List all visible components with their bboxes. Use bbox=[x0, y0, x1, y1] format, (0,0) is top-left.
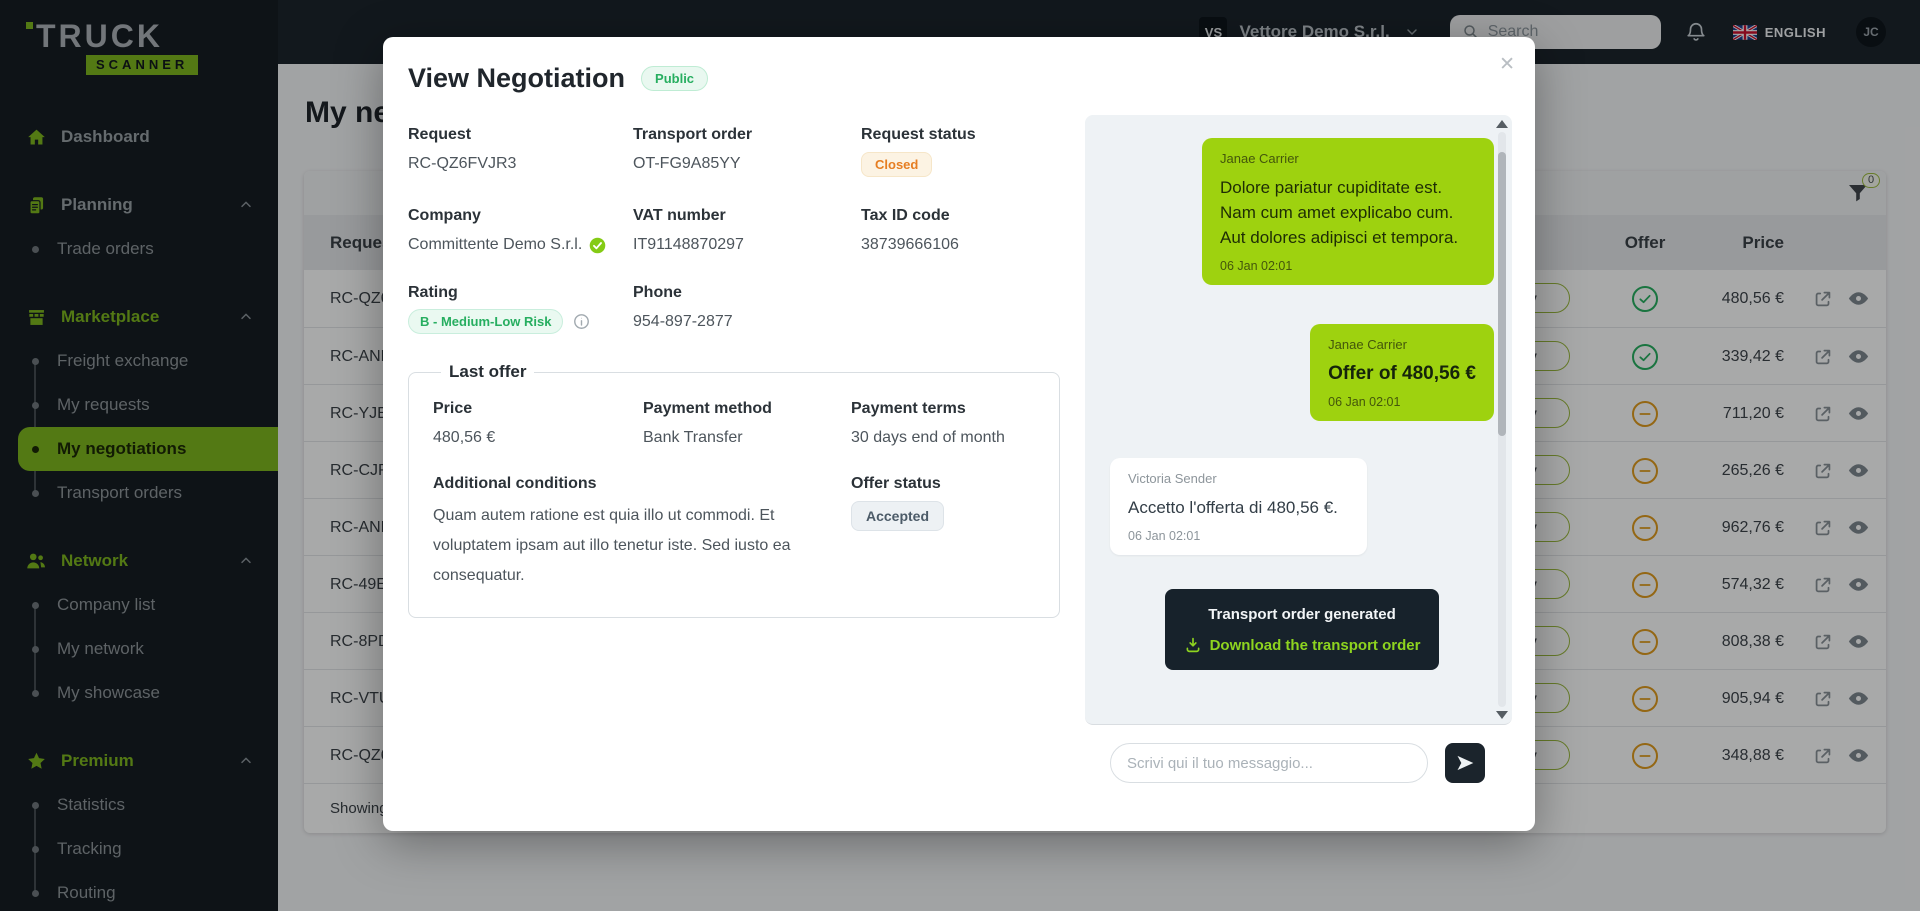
scroll-up-icon[interactable] bbox=[1496, 120, 1508, 128]
field-phone: Phone 954-897-2877 bbox=[633, 284, 861, 334]
chat-bubble-sender: Victoria Sender Accetto l'offerta di 480,… bbox=[1110, 458, 1367, 555]
last-offer-legend: Last offer bbox=[441, 362, 534, 382]
chat-bubble-carrier: Janae Carrier Offer of 480,56 € 06 Jan 02:… bbox=[1310, 324, 1494, 421]
field-price: Price 480,56 € bbox=[433, 400, 643, 447]
chat-panel: Janae Carrier Dolore pariatur cupiditate … bbox=[1085, 115, 1512, 725]
field-company: Company Committente Demo S.r.l. bbox=[408, 207, 633, 254]
message-timestamp: 06 Jan 02:01 bbox=[1328, 395, 1476, 409]
scrollbar-thumb[interactable] bbox=[1498, 152, 1506, 436]
modal-title: View Negotiation bbox=[408, 63, 625, 94]
message-timestamp: 06 Jan 02:01 bbox=[1128, 529, 1349, 543]
last-offer-section: Last offer Price 480,56 € Payment method… bbox=[408, 362, 1060, 618]
offer-status-badge: Accepted bbox=[851, 501, 944, 531]
download-transport-order-link[interactable]: Download the transport order bbox=[1179, 636, 1425, 654]
scroll-down-icon[interactable] bbox=[1496, 711, 1508, 719]
field-payment-terms: Payment terms 30 days end of month bbox=[851, 400, 1035, 447]
download-icon bbox=[1184, 636, 1202, 654]
transport-order-box: Transport order generated Download the tr… bbox=[1165, 589, 1439, 670]
send-button[interactable] bbox=[1445, 743, 1485, 783]
verified-check-icon bbox=[589, 237, 606, 254]
field-vat: VAT number IT91148870297 bbox=[633, 207, 861, 254]
negotiation-details: View Negotiation Public Request RC-QZ6FV… bbox=[408, 63, 1060, 618]
field-rating: Rating B - Medium-Low Risk bbox=[408, 284, 633, 334]
close-icon[interactable]: ✕ bbox=[1499, 55, 1515, 74]
rating-badge: B - Medium-Low Risk bbox=[408, 309, 563, 334]
transport-order-title: Transport order generated bbox=[1179, 606, 1425, 623]
chat-scrollbar[interactable] bbox=[1494, 118, 1510, 721]
chat-input-wrap bbox=[1110, 743, 1428, 783]
chat-message-input[interactable] bbox=[1110, 743, 1428, 783]
field-request-status: Request status Closed bbox=[861, 126, 1060, 177]
chat-bubble-carrier: Janae Carrier Dolore pariatur cupiditate … bbox=[1202, 138, 1494, 285]
request-status-badge: Closed bbox=[861, 152, 932, 177]
download-link-label: Download the transport order bbox=[1210, 637, 1421, 654]
field-payment-method: Payment method Bank Transfer bbox=[643, 400, 851, 447]
message-sender: Janae Carrier bbox=[1328, 337, 1476, 352]
info-icon[interactable] bbox=[573, 313, 590, 330]
chat-messages: Janae Carrier Dolore pariatur cupiditate … bbox=[1085, 115, 1494, 724]
send-icon bbox=[1455, 753, 1475, 773]
field-request: Request RC-QZ6FVJR3 bbox=[408, 126, 633, 177]
visibility-badge: Public bbox=[641, 66, 708, 91]
field-additional-conditions: Additional conditions Quam autem ratione… bbox=[433, 475, 793, 591]
message-text: Dolore pariatur cupiditate est. Nam cum … bbox=[1220, 175, 1476, 250]
field-transport-order: Transport order OT-FG9A85YY bbox=[633, 126, 861, 177]
message-timestamp: 06 Jan 02:01 bbox=[1220, 259, 1476, 273]
field-offer-status: Offer status Accepted bbox=[851, 475, 1035, 591]
message-sender: Victoria Sender bbox=[1128, 471, 1349, 486]
message-text: Accetto l'offerta di 480,56 €. bbox=[1128, 495, 1349, 520]
message-sender: Janae Carrier bbox=[1220, 151, 1476, 166]
field-tax-id: Tax ID code 38739666106 bbox=[861, 207, 1060, 254]
view-negotiation-modal: ✕ View Negotiation Public Request RC-QZ6… bbox=[383, 37, 1535, 831]
message-text: Offer of 480,56 € bbox=[1328, 361, 1476, 386]
